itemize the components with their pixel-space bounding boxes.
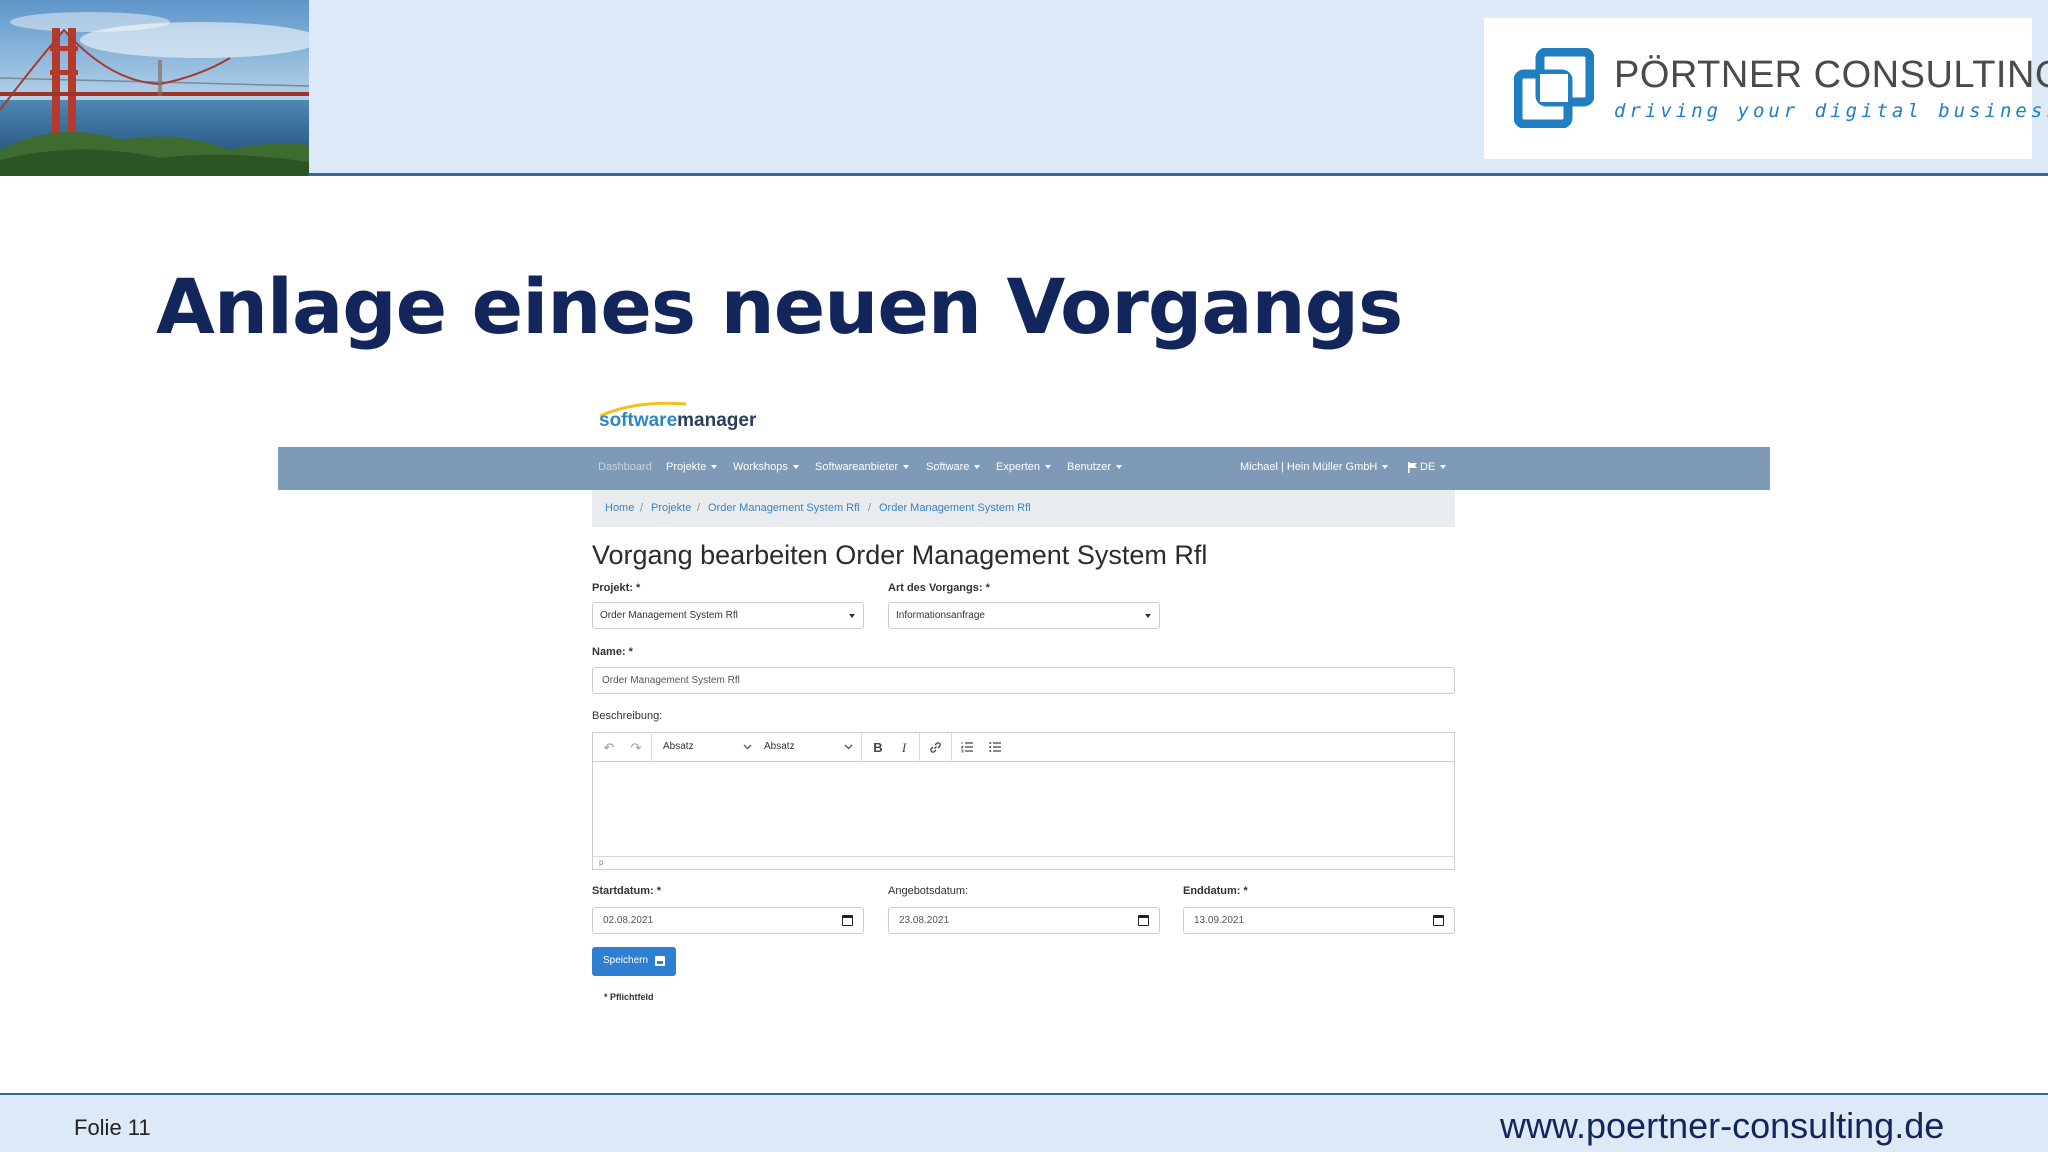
caret-down-icon (1116, 465, 1123, 470)
caret-down-icon (974, 465, 981, 470)
breadcrumb-project[interactable]: Order Management System Rfl (708, 502, 860, 514)
art-des-vorgangs-select[interactable]: Informationsanfrage (888, 602, 1160, 629)
logo-tagline: driving your digital business (1614, 100, 2048, 122)
numbered-list-icon[interactable] (955, 738, 979, 757)
caret-down-icon (1382, 465, 1389, 470)
nav-dashboard[interactable]: Dashboard (598, 461, 652, 473)
poertner-logo-icon (1514, 48, 1594, 128)
caret-down-icon (903, 465, 910, 470)
required-field-note: * Pflichtfeld (604, 992, 654, 1002)
bold-button[interactable]: B (868, 738, 888, 757)
startdatum-value: 02.08.2021 (603, 915, 654, 926)
nav-user-label: Michael | Hein Müller GmbH (1240, 461, 1378, 473)
save-button-label: Speichern (603, 955, 649, 966)
logo-company-name: PÖRTNER CONSULTING (1614, 54, 2048, 96)
nav-workshops-label: Workshops (733, 461, 788, 473)
name-input-value: Order Management System Rfl (602, 675, 740, 686)
toolbar-divider (919, 733, 920, 762)
nav-projekte[interactable]: Projekte (666, 461, 718, 473)
calendar-icon[interactable] (1433, 915, 1444, 926)
art-des-vorgangs-value: Informationsanfrage (896, 610, 985, 621)
editor-toolbar: ↶ ↷ Absatz Absatz B I (593, 733, 1454, 762)
toolbar-divider (861, 733, 862, 762)
toolbar-divider (951, 733, 952, 762)
font-format-value: Absatz (764, 741, 795, 752)
footer-website-url[interactable]: www.poertner-consulting.de (1500, 1105, 1944, 1147)
caret-down-icon (1440, 465, 1447, 470)
chevron-down-icon (849, 614, 855, 618)
calendar-icon[interactable] (1138, 915, 1149, 926)
editor-element-path: p (599, 858, 604, 867)
beschreibung-editor[interactable]: ↶ ↷ Absatz Absatz B I p (592, 732, 1455, 870)
nav-softwareanbieter[interactable]: Softwareanbieter (815, 461, 910, 473)
brand-wordmark: softwaremanager (599, 410, 756, 432)
nav-projekte-label: Projekte (666, 461, 707, 473)
floppy-disk-icon (655, 956, 665, 966)
slide-header: PÖRTNER CONSULTING driving your digital … (0, 0, 2048, 176)
undo-icon[interactable]: ↶ (599, 738, 619, 757)
breadcrumb: Home / Projekte / Order Management Syste… (592, 490, 1455, 527)
enddatum-value: 13.09.2021 (1194, 915, 1245, 926)
softwaremanager-logo[interactable]: softwaremanager (596, 398, 796, 442)
startdatum-input[interactable]: 02.08.2021 (592, 907, 864, 934)
chevron-down-icon (1145, 614, 1151, 618)
bullet-list-icon[interactable] (983, 738, 1007, 757)
brand-part-software: software (599, 410, 678, 431)
breadcrumb-separator: / (640, 502, 644, 514)
calendar-icon[interactable] (842, 915, 853, 926)
name-label: Name: * (592, 646, 633, 658)
breadcrumb-home[interactable]: Home (605, 502, 634, 514)
breadcrumb-separator: / (868, 502, 872, 514)
nav-dashboard-label: Dashboard (598, 461, 652, 473)
slide-footer: Folie 11 www.poertner-consulting.de (0, 1093, 2048, 1152)
nav-experten-label: Experten (996, 461, 1041, 473)
block-format-value: Absatz (663, 741, 694, 752)
nav-experten[interactable]: Experten (996, 461, 1052, 473)
flag-icon (1408, 461, 1417, 473)
enddatum-input[interactable]: 13.09.2021 (1183, 907, 1455, 934)
nav-softwareanbieter-label: Softwareanbieter (815, 461, 899, 473)
nav-language-label: DE (1420, 461, 1436, 473)
caret-down-icon (792, 465, 799, 470)
nav-workshops[interactable]: Workshops (733, 461, 799, 473)
breadcrumb-projekte[interactable]: Projekte (651, 502, 691, 514)
angebotsdatum-value: 23.08.2021 (899, 915, 950, 926)
breadcrumb-separator: / (697, 502, 701, 514)
projekt-label: Projekt: * (592, 582, 641, 594)
save-button[interactable]: Speichern (592, 947, 676, 976)
slide-title: Anlage eines neuen Vorgangs (156, 262, 1403, 351)
nav-software-label: Software (926, 461, 970, 473)
angebotsdatum-input[interactable]: 23.08.2021 (888, 907, 1160, 934)
art-des-vorgangs-label: Art des Vorgangs: * (888, 582, 990, 594)
name-input[interactable]: Order Management System Rfl (592, 667, 1455, 694)
golden-gate-bridge-photo (0, 0, 309, 176)
projekt-select[interactable]: Order Management System Rfl (592, 602, 864, 629)
projekt-select-value: Order Management System Rfl (600, 610, 738, 621)
caret-down-icon (711, 465, 718, 470)
form-heading: Vorgang bearbeiten Order Management Syst… (592, 540, 1208, 570)
link-icon[interactable] (923, 738, 947, 757)
slide-number: Folie 11 (74, 1115, 151, 1140)
nav-language-menu[interactable]: DE (1408, 461, 1447, 473)
brand-part-manager: manager (677, 410, 757, 431)
company-logo: PÖRTNER CONSULTING driving your digital … (1484, 18, 2048, 159)
chevron-down-icon (743, 744, 752, 750)
app-navbar: Dashboard Projekte Workshops Softwareanb… (278, 447, 1770, 490)
editor-statusbar: p (593, 856, 1454, 869)
toolbar-divider (651, 733, 652, 762)
angebotsdatum-label: Angebotsdatum: (888, 885, 969, 897)
breadcrumb-current[interactable]: Order Management System Rfl (879, 502, 1031, 514)
redo-icon[interactable]: ↷ (626, 738, 646, 757)
chevron-down-icon (844, 744, 853, 750)
nav-benutzer-label: Benutzer (1067, 461, 1112, 473)
caret-down-icon (1045, 465, 1052, 470)
nav-benutzer[interactable]: Benutzer (1067, 461, 1123, 473)
enddatum-label: Enddatum: * (1183, 885, 1248, 897)
nav-software[interactable]: Software (926, 461, 981, 473)
startdatum-label: Startdatum: * (592, 885, 662, 897)
nav-user-menu[interactable]: Michael | Hein Müller GmbH (1240, 461, 1389, 473)
slide: PÖRTNER CONSULTING driving your digital … (0, 0, 2048, 1152)
beschreibung-label: Beschreibung: (592, 710, 663, 722)
italic-button[interactable]: I (894, 738, 914, 757)
